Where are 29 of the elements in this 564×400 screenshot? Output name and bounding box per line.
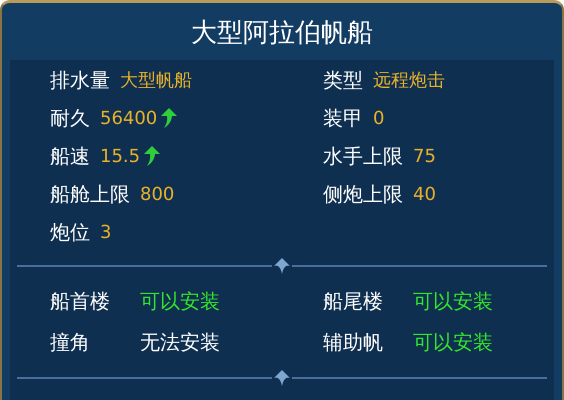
slot-status: 无法安装 [140, 329, 221, 356]
slot-status: 可以安装 [413, 329, 494, 356]
stat-value: 0 [373, 108, 384, 128]
stat-label: 侧炮上限 [323, 180, 403, 208]
stat-label: 水手上限 [323, 142, 403, 170]
stat-value: 40 [413, 184, 436, 204]
stat-label: 类型 [323, 66, 363, 94]
stat-value: 3 [100, 222, 112, 242]
slot-label: 船尾楼 [323, 288, 384, 315]
stat-value: 大型帆船 [120, 69, 192, 92]
stat-value: 远程炮击 [373, 69, 445, 92]
stat-label: 炮位 [50, 218, 90, 246]
slot-label: 辅助帆 [323, 329, 384, 356]
slot-label: 船首楼 [50, 288, 111, 315]
stat-value: 75 [413, 146, 436, 166]
stat-value: 15.5 [100, 146, 140, 166]
slot-label: 撞角 [50, 329, 91, 356]
stat-label: 船舱上限 [50, 180, 130, 208]
stat-label: 排水量 [50, 66, 110, 94]
stat-label: 装甲 [323, 104, 363, 132]
slot-status: 可以安装 [140, 288, 221, 315]
slot-status: 可以安装 [413, 288, 494, 315]
stat-value: 56400 [100, 108, 158, 128]
up-arrow-icon [161, 108, 178, 128]
stat-value: 800 [140, 184, 174, 204]
stat-label: 船速 [50, 142, 90, 170]
up-arrow-icon [144, 146, 160, 166]
stat-label: 耐久 [50, 104, 90, 132]
ship-title: 大型阿拉伯帆船 [190, 17, 374, 50]
